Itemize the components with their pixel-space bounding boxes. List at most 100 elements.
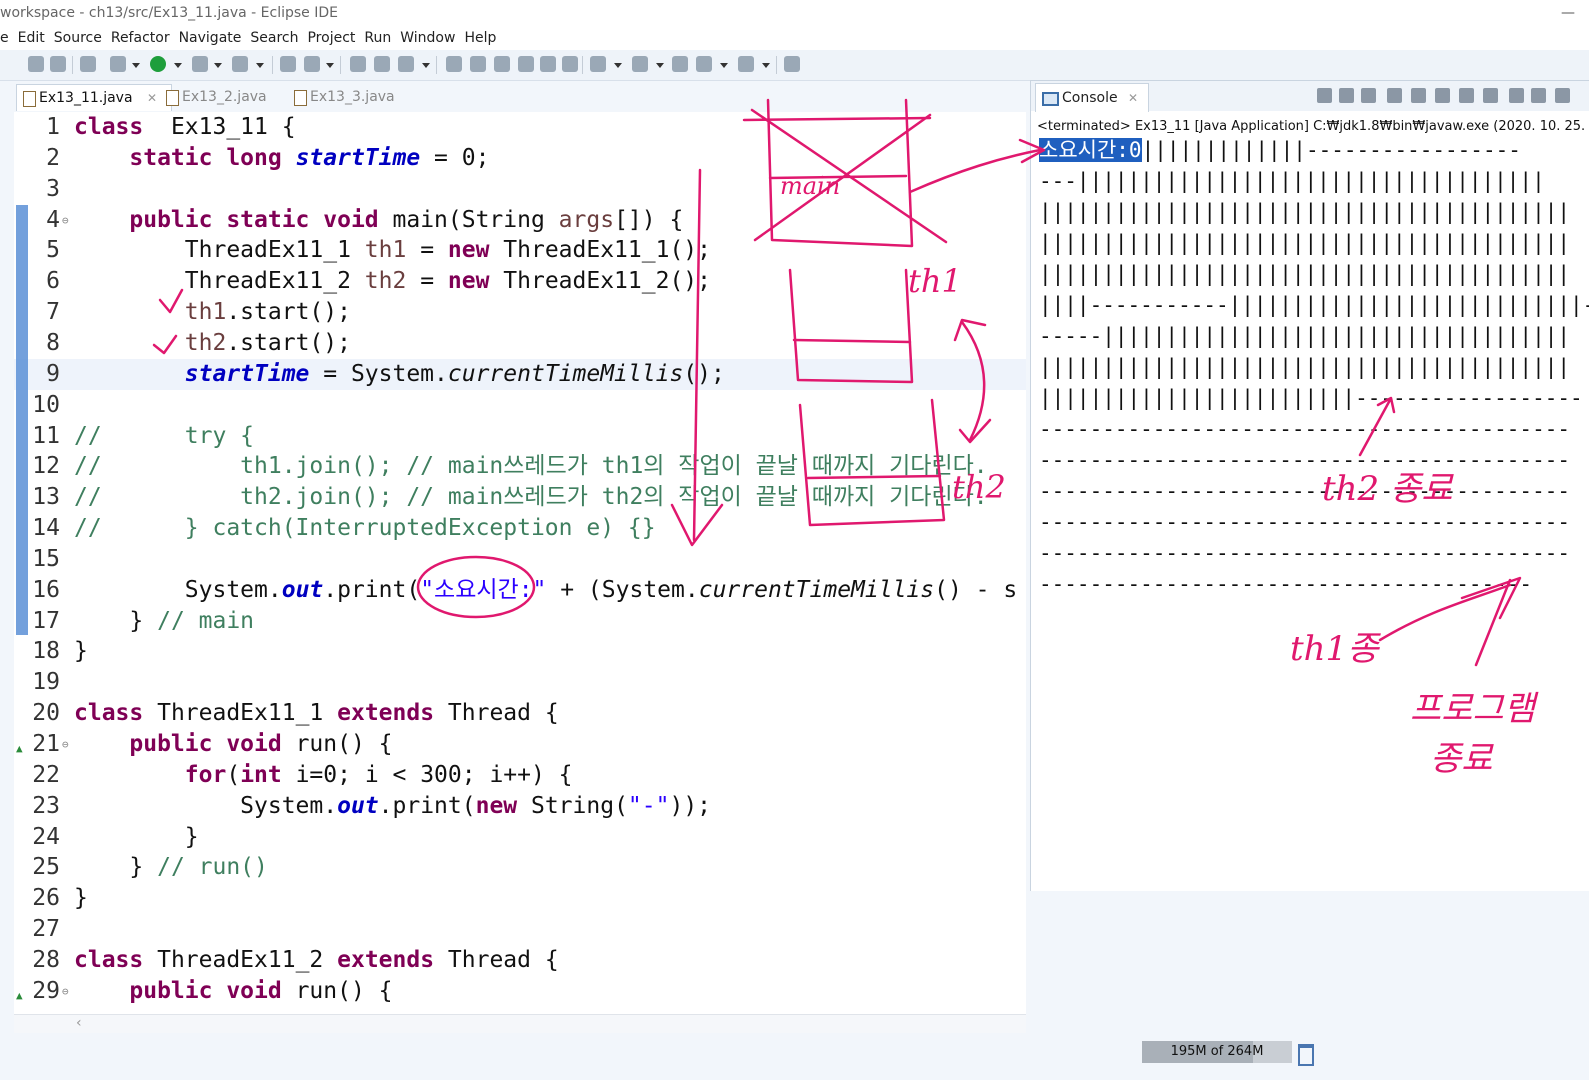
show-whitespace-icon[interactable]: [540, 56, 556, 72]
code-line[interactable]: 12// th1.join(); // main쓰레드가 th1의 작업이 끝날…: [14, 451, 1026, 482]
toggle-edit-icon[interactable]: [470, 56, 486, 72]
minimize-icon[interactable]: —: [1561, 0, 1575, 26]
external-tools-dropdown-icon[interactable]: [256, 63, 264, 68]
debug-dropdown-icon[interactable]: [132, 63, 140, 68]
console-output[interactable]: 소요시간:0|||||||||||||----------------- ---|…: [1039, 135, 1589, 600]
menu-item[interactable]: Help: [464, 30, 496, 46]
code-line[interactable]: 20 class ThreadEx11_1 extends Thread {: [14, 698, 1026, 729]
open-type-icon[interactable]: [350, 56, 366, 72]
close-icon[interactable]: ✕: [147, 91, 157, 105]
toggle-mark-occurrences-icon[interactable]: [446, 56, 462, 72]
code-line[interactable]: 8 th2.start();: [14, 328, 1026, 359]
code-line[interactable]: 11// try {: [14, 421, 1026, 452]
tab-ex13-2[interactable]: Ex13_2.java: [160, 84, 294, 110]
code-line[interactable]: 2 static long startTime = 0;: [14, 143, 1026, 174]
menu-item[interactable]: Search: [250, 30, 298, 46]
code-line[interactable]: 28 class ThreadEx11_2 extends Thread {: [14, 945, 1026, 976]
display-selected-console-icon[interactable]: [1531, 88, 1546, 103]
code-line[interactable]: 3: [14, 174, 1026, 205]
open-perspective-icon[interactable]: [784, 56, 800, 72]
external-tools-icon[interactable]: [232, 56, 248, 72]
code-line[interactable]: 4 public static void main(String args[])…: [14, 205, 1026, 236]
selected-text[interactable]: 소요시간:0: [1039, 138, 1142, 162]
tab-ex13-11[interactable]: Ex13_11.java ✕: [16, 84, 172, 111]
code-editor[interactable]: 1 class Ex13_11 {2 static long startTime …: [14, 112, 1026, 1014]
heap-status[interactable]: 195M of 264M: [1142, 1041, 1292, 1063]
skip-breakpoints-icon[interactable]: [80, 56, 96, 72]
new-class-dropdown-icon[interactable]: [326, 63, 334, 68]
code-line[interactable]: 1 class Ex13_11 {: [14, 112, 1026, 143]
back-icon[interactable]: [696, 56, 712, 72]
fold-icon[interactable]: ⊖: [62, 976, 69, 1007]
menu-item[interactable]: Project: [307, 30, 355, 46]
search-icon[interactable]: [398, 56, 414, 72]
code-line[interactable]: 25 } // run(): [14, 852, 1026, 883]
tab-ex13-3[interactable]: Ex13_3.java: [288, 84, 422, 110]
coverage-dropdown-icon[interactable]: [214, 63, 222, 68]
open-console-icon[interactable]: [1555, 88, 1570, 103]
previous-annotation-dropdown-icon[interactable]: [656, 63, 664, 68]
scroll-lock-icon[interactable]: [1411, 88, 1426, 103]
fold-icon[interactable]: ⊖: [62, 205, 69, 236]
fold-icon[interactable]: ⊖: [62, 729, 69, 760]
code-line[interactable]: 16 System.out.print("소요시간:" + (System.cu…: [14, 575, 1026, 606]
code-line[interactable]: 7 th1.start();: [14, 297, 1026, 328]
forward-icon[interactable]: [738, 56, 754, 72]
code-line[interactable]: 5 ThreadEx11_1 th1 = new ThreadEx11_1();: [14, 235, 1026, 266]
forward-dropdown-icon[interactable]: [762, 63, 770, 68]
code-line[interactable]: 19: [14, 667, 1026, 698]
menu-item[interactable]: Window: [400, 30, 455, 46]
debug-icon[interactable]: [110, 56, 126, 72]
code-line[interactable]: 26}: [14, 883, 1026, 914]
next-annotation-dropdown-icon[interactable]: [614, 63, 622, 68]
menu-item[interactable]: Run: [364, 30, 391, 46]
code-line[interactable]: 9 startTime = System.currentTimeMillis()…: [14, 358, 1026, 390]
code-line[interactable]: 21 public void run() {⊖ ▲: [14, 729, 1026, 760]
pilcrow-icon[interactable]: [562, 56, 578, 72]
code-line[interactable]: 27: [14, 914, 1026, 945]
code-line[interactable]: 24 }: [14, 822, 1026, 853]
remove-launch-icon[interactable]: [1339, 88, 1354, 103]
menu-item[interactable]: Edit: [18, 30, 45, 46]
back-dropdown-icon[interactable]: [720, 63, 728, 68]
code-line[interactable]: 15: [14, 544, 1026, 575]
search-dropdown-icon[interactable]: [422, 63, 430, 68]
code-line[interactable]: 22 for(int i=0; i < 300; i++) {: [14, 760, 1026, 791]
pin-console-icon[interactable]: [1509, 88, 1524, 103]
open-task-icon[interactable]: [374, 56, 390, 72]
code-line[interactable]: 10: [14, 390, 1026, 421]
new-java-package-icon[interactable]: [280, 56, 296, 72]
word-wrap-icon[interactable]: [1435, 88, 1450, 103]
new-class-icon[interactable]: [304, 56, 320, 72]
last-edit-location-icon[interactable]: [672, 56, 688, 72]
scroll-left-icon[interactable]: ‹: [76, 1015, 82, 1031]
previous-annotation-icon[interactable]: [632, 56, 648, 72]
run-dropdown-icon[interactable]: [174, 63, 182, 68]
menu-item[interactable]: Source: [54, 30, 102, 46]
menu-item[interactable]: Refactor: [111, 30, 170, 46]
code-line[interactable]: 13// th2.join(); // main쓰레드가 th2의 작업이 끝날…: [14, 482, 1026, 513]
coverage-icon[interactable]: [192, 56, 208, 72]
next-annotation-icon[interactable]: [590, 56, 606, 72]
garbage-collect-icon[interactable]: [1298, 1044, 1314, 1066]
save-all-icon[interactable]: [50, 56, 66, 72]
menu-item[interactable]: Navigate: [179, 30, 242, 46]
remove-all-terminated-icon[interactable]: [1361, 88, 1376, 103]
clear-console-icon[interactable]: [1387, 88, 1402, 103]
code-line[interactable]: 29 public void run() {⊖ ▲: [14, 976, 1026, 1007]
horizontal-scrollbar[interactable]: ‹: [14, 1014, 1026, 1033]
show-on-error-icon[interactable]: [1483, 88, 1498, 103]
code-line[interactable]: 6 ThreadEx11_2 th2 = new ThreadEx11_2();: [14, 266, 1026, 297]
tab-console[interactable]: Console ✕: [1035, 83, 1150, 112]
show-on-output-icon[interactable]: [1459, 88, 1474, 103]
save-icon[interactable]: [28, 56, 44, 72]
terminate-icon[interactable]: [1317, 88, 1332, 103]
code-line[interactable]: 17 } // main: [14, 606, 1026, 637]
code-line[interactable]: 23 System.out.print(new String("-"));: [14, 791, 1026, 822]
toggle-block-icon[interactable]: [494, 56, 510, 72]
word-wrap-icon[interactable]: [518, 56, 534, 72]
code-line[interactable]: 18}: [14, 636, 1026, 667]
menu-item[interactable]: e: [0, 30, 9, 46]
code-line[interactable]: 14// } catch(InterruptedException e) {}: [14, 513, 1026, 544]
run-icon[interactable]: [150, 56, 166, 72]
